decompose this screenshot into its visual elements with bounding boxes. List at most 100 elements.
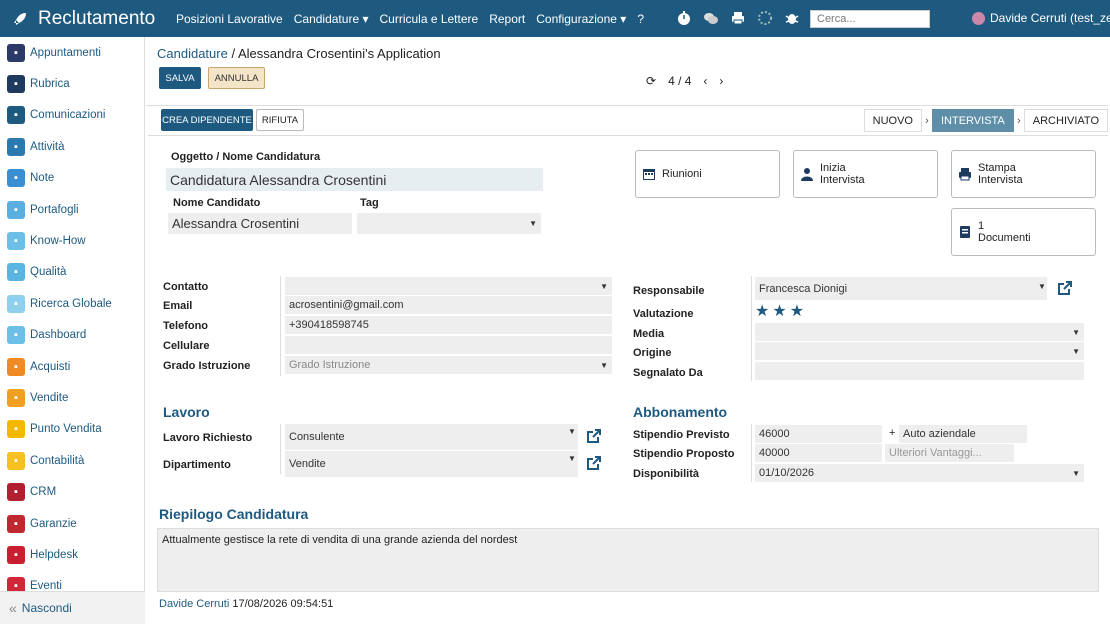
user-name: Davide Cerruti (test_zelo) (990, 11, 1110, 25)
save-button[interactable]: SALVA (159, 67, 201, 89)
sidebar-item[interactable]: ▪ Dashboard (0, 320, 144, 351)
sidebar-item[interactable]: ▪ Contabilità (0, 445, 144, 476)
sidebar-item[interactable]: ▪ Appuntamenti (0, 37, 144, 68)
menu-report[interactable]: Report (489, 12, 525, 26)
menu-configuration[interactable]: Configurazione ▾ (536, 12, 626, 26)
mobile-label: Cellulare (163, 340, 210, 352)
sidebar-item-label: Qualità (30, 266, 67, 279)
media-select[interactable]: ▼ (755, 323, 1084, 341)
expected-extra-field[interactable]: Auto aziendale (899, 425, 1027, 443)
note-icon: ▪ (7, 169, 25, 188)
referred-label: Segnalato Da (633, 367, 703, 379)
pager-next-icon[interactable]: › (719, 74, 723, 88)
sidebar-item[interactable]: ▪ Garanzie (0, 508, 144, 539)
availability-field[interactable]: 01/10/2026 ▼ (755, 464, 1084, 482)
main-menu: Posizioni Lavorative Candidature ▾ Curri… (176, 12, 644, 26)
sidebar-item-label: Portafogli (30, 203, 79, 216)
menu-positions[interactable]: Posizioni Lavorative (176, 12, 283, 26)
start-interview-button[interactable]: Inizia Intervista (793, 150, 938, 198)
divider (280, 276, 281, 376)
handshake-icon: ▪ (7, 483, 25, 502)
stage-archived[interactable]: ARCHIVIATO (1023, 109, 1108, 132)
sidebar-item[interactable]: ▪ Helpdesk (0, 539, 144, 570)
referred-field[interactable] (755, 362, 1084, 380)
sidebar-hide-button[interactable]: « Nascondi (0, 591, 145, 624)
plus-sign: + (889, 427, 896, 439)
degree-select[interactable]: Grado Istruzione ▼ (285, 356, 612, 374)
breadcrumb-parent[interactable]: Candidature (157, 46, 228, 61)
sidebar-item[interactable]: ▪ Attività (0, 131, 144, 162)
external-link-icon[interactable] (1057, 280, 1073, 296)
meetings-label: Riunioni (662, 168, 702, 180)
origin-select[interactable]: ▼ (755, 342, 1084, 360)
sidebar-item[interactable]: ▪ Portafogli (0, 194, 144, 225)
menu-help[interactable]: ? (637, 12, 644, 26)
cancel-button[interactable]: ANNULLA (208, 67, 265, 89)
summary-section-title: Riepilogo Candidatura (159, 506, 309, 522)
sidebar-item[interactable]: ▪ Acquisti (0, 351, 144, 382)
divider (280, 424, 281, 474)
external-link-icon[interactable] (586, 428, 602, 444)
breadcrumb-separator: / (231, 46, 236, 61)
subject-field[interactable]: Candidatura Alessandra Crosentini (166, 168, 543, 191)
proposed-salary-field[interactable]: 40000 (755, 444, 882, 462)
responsible-select[interactable]: Francesca Dionigi (755, 277, 1047, 300)
sidebar-item[interactable]: ▪ Vendite (0, 382, 144, 413)
email-field[interactable]: acrosentini@gmail.com (285, 296, 612, 314)
star-icon[interactable]: ★ (790, 301, 804, 321)
sidebar-item[interactable]: ▪ Rubrica (0, 68, 144, 99)
tag-select[interactable]: ▼ (357, 213, 541, 234)
timer-icon[interactable] (676, 10, 692, 26)
user-menu[interactable]: Davide Cerruti (test_zelo) (972, 11, 1110, 25)
department-select[interactable]: Vendite (285, 451, 578, 477)
summary-textarea[interactable]: Attualmente gestisce la rete di vendita … (157, 528, 1099, 592)
accounting-icon: ▪ (7, 451, 25, 470)
contact-select[interactable]: ▼ (285, 277, 612, 295)
sidebar-item[interactable]: ▪ Punto Vendita (0, 414, 144, 445)
menu-resumes[interactable]: Curricula e Lettere (379, 12, 478, 26)
sidebar-item[interactable]: ▪ Note (0, 163, 144, 194)
meetings-button[interactable]: Riunioni (635, 150, 780, 198)
caret-down-icon: ▼ (529, 219, 537, 228)
candidate-name-field[interactable]: Alessandra Crosentini (168, 213, 352, 234)
create-employee-button[interactable]: CREA DIPENDENTE (161, 109, 253, 131)
mobile-field[interactable] (285, 336, 612, 354)
proposed-extra-field[interactable]: Ulteriori Vantaggi... (885, 444, 1014, 462)
star-icon[interactable]: ★ (772, 301, 786, 321)
chat-icon[interactable] (703, 10, 719, 26)
print-interview-button[interactable]: Stampa Intervista (951, 150, 1096, 198)
expected-salary-field[interactable]: 46000 (755, 425, 882, 443)
proposed-salary-label: Stipendio Proposto (633, 448, 735, 460)
sidebar-item[interactable]: ▪ Know-How (0, 225, 144, 256)
calendar-icon: ▪ (7, 43, 25, 62)
chat-icon: ▪ (7, 106, 25, 125)
search-input[interactable]: Cerca... (810, 10, 930, 28)
top-icons (676, 10, 800, 26)
menu-applications[interactable]: Candidature ▾ (294, 12, 369, 26)
sidebar-item[interactable]: ▪ Ricerca Globale (0, 288, 144, 319)
footer-author[interactable]: Davide Cerruti (159, 598, 229, 610)
start-interview-label-2: Intervista (820, 174, 865, 186)
rating-stars[interactable]: ★ ★ ★ (755, 301, 804, 321)
sidebar-item[interactable]: ▪ Qualità (0, 257, 144, 288)
stage-new[interactable]: NUOVO (863, 109, 922, 132)
sidebar-item-label: Appuntamenti (30, 46, 101, 59)
phone-field[interactable]: +390418598745 (285, 316, 612, 334)
availability-label: Disponibilità (633, 468, 699, 480)
stage-interview[interactable]: INTERVISTA (932, 109, 1014, 132)
media-label: Media (633, 328, 665, 340)
email-label: Email (163, 300, 193, 312)
sidebar-item[interactable]: ▪ Comunicazioni (0, 100, 144, 131)
documents-button[interactable]: 1 Documenti (951, 208, 1096, 256)
bug-icon[interactable] (784, 10, 800, 26)
pager-prev-icon[interactable]: ‹ (703, 74, 707, 88)
external-link-icon[interactable] (586, 455, 602, 471)
print-icon[interactable] (730, 10, 746, 26)
refresh-icon[interactable]: ⟳ (646, 74, 656, 88)
refuse-button[interactable]: RIFIUTA (256, 109, 304, 131)
app-brand[interactable]: Reclutamento (12, 8, 155, 30)
star-icon[interactable]: ★ (755, 301, 769, 321)
sidebar-item-label: Punto Vendita (30, 423, 102, 436)
job-select[interactable]: Consulente (285, 424, 578, 450)
sidebar-item[interactable]: ▪ CRM (0, 476, 144, 507)
